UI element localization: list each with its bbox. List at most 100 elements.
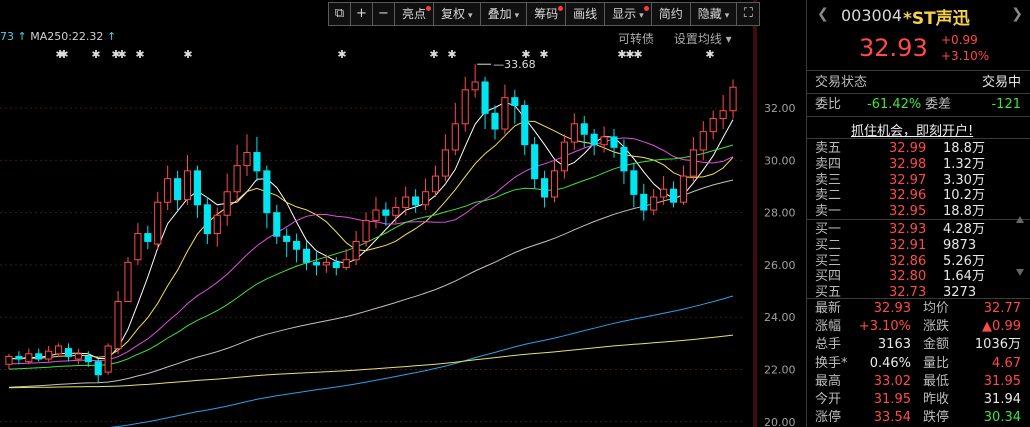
ma-legend: 73 ↑ MA250:22.32 ↑: [0, 30, 116, 43]
change-value: +0.99: [941, 33, 978, 47]
candle-body: [590, 133, 598, 146]
draw-line-button[interactable]: 画线: [566, 3, 606, 25]
overlay-dropdown[interactable]: 叠加 ▾: [481, 3, 528, 25]
copy-icon[interactable]: ⧉: [329, 3, 351, 25]
weicha-label: 委差: [925, 97, 952, 112]
chips-button[interactable]: 筹码: [527, 3, 567, 25]
ma-settings-link[interactable]: 设置均线 ▾: [674, 32, 732, 46]
candle-body: [263, 170, 271, 214]
chevron-down-icon: ▾: [639, 11, 644, 21]
stat-label: 量比: [923, 355, 950, 371]
candle-body: [501, 97, 509, 130]
stat-label: 最高: [815, 373, 842, 389]
candle-body: [729, 86, 737, 112]
highlight-button[interactable]: 亮点: [395, 3, 435, 25]
stat-label: 涨跌: [923, 319, 950, 335]
candle-body: [352, 240, 360, 261]
candle-body: [332, 261, 340, 269]
candle-body: [164, 178, 172, 203]
candle-body: [64, 348, 73, 357]
y-tick-label: 26.00: [764, 259, 796, 272]
candle-body: [600, 136, 608, 146]
prev-stock-icon[interactable]: ❮: [817, 6, 829, 22]
y-tick-label: 20.00: [764, 416, 796, 427]
stat-label: 涨幅: [815, 319, 842, 335]
divider: [807, 116, 1030, 117]
weibi-value: -61.42%: [867, 97, 922, 112]
candle-body: [312, 261, 321, 266]
weicha-value: -121: [991, 97, 1021, 112]
candle-body: [25, 353, 33, 363]
candle-body: [461, 89, 469, 125]
convertible-bond-link[interactable]: 可转债: [618, 32, 654, 46]
stat-value: 32.77: [983, 301, 1021, 316]
candle-body: [560, 141, 568, 172]
candle-body: [124, 261, 132, 303]
stat-row: 最高 33.02 最低 31.95: [815, 373, 1027, 391]
open-account-link[interactable]: 抓住机会，即刻开户!: [851, 120, 973, 139]
candle-body: [660, 188, 668, 198]
stat-value: 3163: [877, 337, 911, 353]
candle-body: [630, 170, 638, 195]
stat-value: 31.94: [983, 392, 1021, 407]
candle-body: [679, 175, 688, 203]
event-marker-icon: ✱: [183, 48, 192, 61]
simple-button[interactable]: 简约: [652, 3, 691, 25]
stat-label: 金额: [923, 337, 950, 353]
ma-left-value: 73: [0, 30, 14, 43]
stat-row: 换手* 0.46% 量比 4.67: [815, 355, 1027, 373]
candle-body: [531, 144, 539, 180]
y-tick-label: 24.00: [764, 311, 796, 324]
stat-row: 涨幅 +3.10% 涨跌 ▲0.99: [815, 318, 1027, 336]
event-marker-icon: ✱: [429, 48, 438, 61]
status-label: 交易状态: [815, 75, 868, 90]
divider: [807, 93, 1030, 94]
stat-label: 涨停: [815, 410, 842, 426]
stat-value: 33.02: [873, 373, 911, 389]
candle-body: [412, 196, 420, 206]
candle-body: [74, 353, 82, 360]
candle-body: [451, 123, 459, 151]
ma60-line: [8, 179, 734, 388]
y-tick-label: 28.00: [764, 207, 796, 220]
notify-dot: [426, 6, 432, 11]
divider: [807, 298, 1030, 299]
candle-body: [441, 149, 449, 177]
weibi-label: 委比: [815, 97, 842, 112]
next-stock-icon[interactable]: ❯: [1011, 6, 1023, 22]
stat-value: 32.93: [873, 301, 911, 316]
candle-body: [491, 112, 499, 130]
kline-chart[interactable]: 20.0022.0024.0026.0028.0030.0032.00—33.6…: [0, 0, 805, 427]
candle-body: [550, 170, 559, 198]
stat-value: 4.67: [992, 355, 1021, 371]
fullscreen-icon[interactable]: ⛶: [737, 3, 759, 25]
hide-dropdown[interactable]: 隐藏 ▾: [691, 3, 738, 25]
candle-body: [45, 350, 53, 360]
display-dropdown[interactable]: 显示 ▾: [605, 3, 652, 25]
candle-body: [650, 196, 658, 211]
last-price: 32.93: [859, 34, 928, 62]
candle-body: [293, 240, 301, 250]
orderbook-scrollbar[interactable]: [1011, 138, 1029, 288]
stat-row: 今开 31.95 昨收 31.94: [815, 391, 1027, 409]
candle-body: [471, 81, 479, 91]
candle-body: [570, 123, 578, 143]
stat-label: 总手: [815, 337, 842, 353]
stat-value: +3.10%: [858, 319, 911, 335]
candle-body: [719, 110, 727, 120]
weibi-row: 委比 -61.42% 委差 -121: [815, 96, 1027, 114]
candle-body: [362, 220, 370, 242]
notify-dot: [558, 6, 564, 11]
chevron-down-icon: ▾: [724, 11, 730, 21]
zoom-out-button[interactable]: −: [373, 3, 395, 25]
chevron-down-icon: ▾: [514, 11, 520, 21]
zoom-in-button[interactable]: +: [351, 3, 373, 25]
stock-code: 003004: [841, 6, 903, 25]
candle-body: [154, 201, 162, 245]
stat-value: 0.46%: [869, 355, 911, 371]
candle-body: [382, 209, 390, 216]
adjust-dropdown[interactable]: 复权 ▾: [434, 3, 481, 25]
stat-row: 最新 32.93 均价 32.77: [815, 300, 1027, 318]
kline-chart-area[interactable]: 20.00 22.00 24.00 26.00 28.00 30.00 32.00 —33.6…: [0, 0, 805, 427]
stat-label: 换手*: [815, 355, 848, 371]
